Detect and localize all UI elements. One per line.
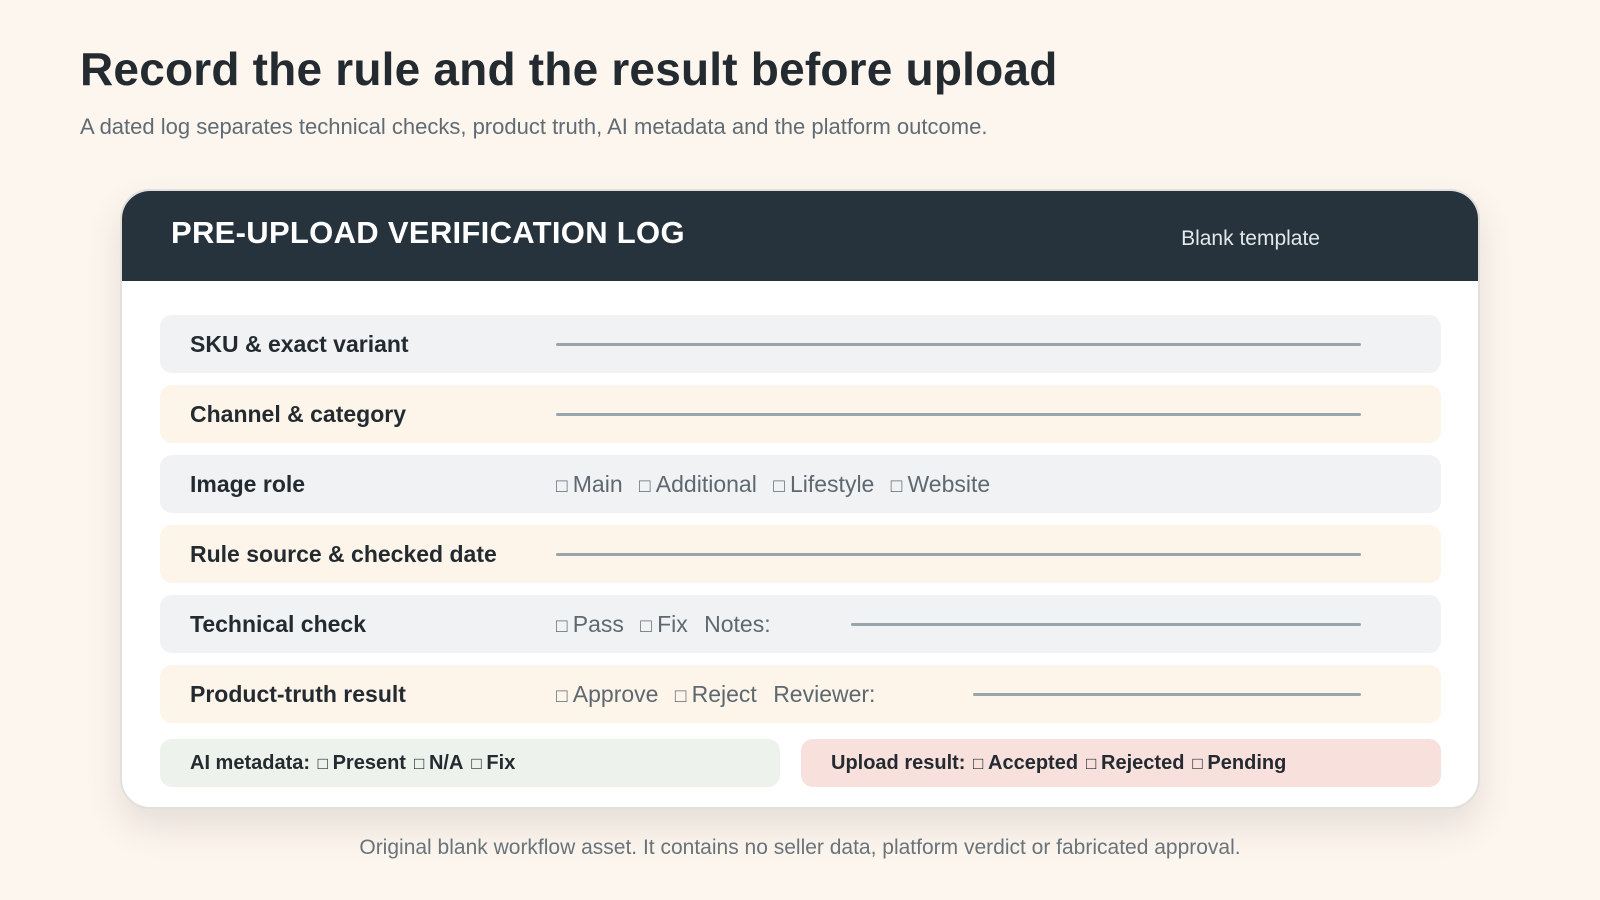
checkbox-website[interactable]: Website: [891, 471, 990, 497]
checkbox-approve[interactable]: Approve: [556, 681, 658, 707]
product-truth-options: Approve Reject Reviewer:: [556, 681, 875, 708]
result-pills: AI metadata: Present N/A Fix Upload resu…: [160, 739, 1441, 787]
verification-log-card: PRE-UPLOAD VERIFICATION LOG Blank templa…: [120, 189, 1480, 809]
template-tag: Blank template: [1181, 227, 1320, 250]
ai-metadata-label: AI metadata:: [190, 751, 311, 774]
row-label: Technical check: [190, 611, 366, 637]
row-label: Channel & category: [190, 401, 406, 427]
page-subtitle: A dated log separates technical checks, …: [80, 114, 988, 139]
reviewer-input-line[interactable]: [973, 693, 1361, 696]
row-product-truth: Product-truth result Approve Reject Revi…: [160, 665, 1441, 723]
row-label: Product-truth result: [190, 681, 406, 707]
checkbox-rejected[interactable]: Rejected: [1086, 752, 1184, 775]
checkbox-reject[interactable]: Reject: [675, 681, 757, 707]
checkbox-lifestyle[interactable]: Lifestyle: [773, 471, 874, 497]
checkbox-fix[interactable]: Fix: [640, 611, 687, 637]
checkbox-additional[interactable]: Additional: [639, 471, 757, 497]
card-title: PRE-UPLOAD VERIFICATION LOG: [171, 215, 685, 250]
technical-check-options: Pass Fix Notes:: [556, 611, 771, 638]
checkbox-present[interactable]: Present: [318, 752, 406, 775]
checkbox-ai-fix[interactable]: Fix: [471, 752, 515, 775]
row-image-role: Image role Main Additional Lifestyle Web…: [160, 455, 1441, 513]
rule-source-input-line[interactable]: [556, 553, 1361, 556]
ai-metadata-pill: AI metadata: Present N/A Fix: [160, 739, 780, 787]
checkbox-main[interactable]: Main: [556, 471, 623, 497]
row-sku-variant: SKU & exact variant: [160, 315, 1441, 373]
row-channel-category: Channel & category: [160, 385, 1441, 443]
row-label: Image role: [190, 471, 306, 497]
row-rule-source-date: Rule source & checked date: [160, 525, 1441, 583]
image-role-options: Main Additional Lifestyle Website: [556, 471, 1000, 498]
notes-input-line[interactable]: [851, 623, 1361, 626]
row-label: Rule source & checked date: [190, 541, 497, 567]
checkbox-na[interactable]: N/A: [414, 752, 463, 775]
row-label: SKU & exact variant: [190, 331, 409, 357]
checkbox-pending[interactable]: Pending: [1192, 752, 1286, 775]
upload-result-pill: Upload result: Accepted Rejected Pending: [801, 739, 1441, 787]
reviewer-label: Reviewer:: [773, 681, 876, 707]
checkbox-pass[interactable]: Pass: [556, 611, 624, 637]
page-title: Record the rule and the result before up…: [80, 43, 1058, 95]
card-header: PRE-UPLOAD VERIFICATION LOG Blank templa…: [122, 191, 1478, 281]
channel-category-input-line[interactable]: [556, 413, 1361, 416]
footnote: Original blank workflow asset. It contai…: [359, 836, 1241, 859]
sku-variant-input-line[interactable]: [556, 343, 1361, 346]
log-rows: SKU & exact variant Channel & category I…: [160, 315, 1441, 735]
notes-label: Notes:: [704, 611, 771, 637]
row-technical-check: Technical check Pass Fix Notes:: [160, 595, 1441, 653]
checkbox-accepted[interactable]: Accepted: [973, 752, 1078, 775]
upload-result-label: Upload result:: [831, 751, 966, 774]
